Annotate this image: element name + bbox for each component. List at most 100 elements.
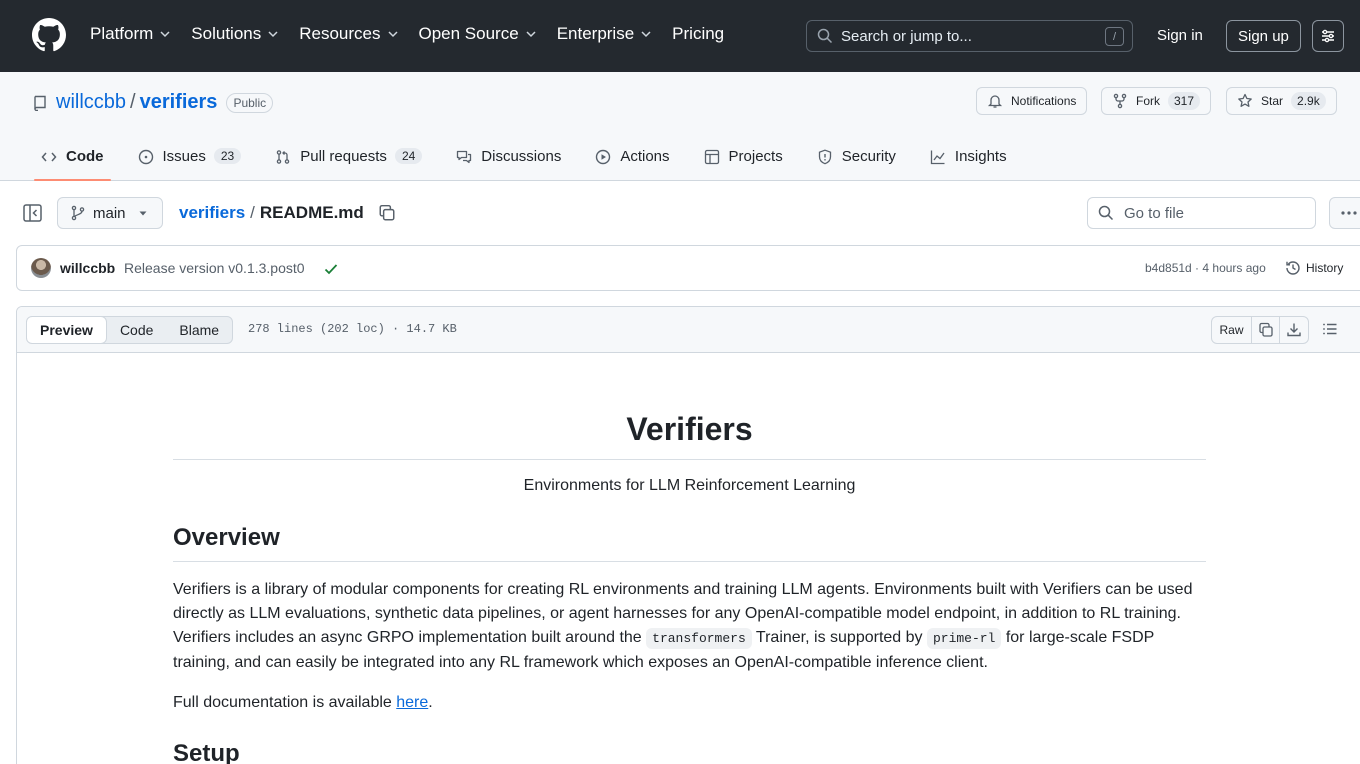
sign-in-link[interactable]: Sign in — [1157, 27, 1203, 44]
nav-resources-label: Resources — [299, 24, 381, 43]
breadcrumb-separator: / — [250, 203, 255, 222]
search-icon — [817, 28, 833, 44]
table-icon — [704, 149, 719, 165]
global-search-input[interactable]: Search or jump to... / — [806, 20, 1133, 52]
blame-button[interactable]: Blame — [166, 317, 232, 343]
chevron-down-icon — [160, 31, 170, 38]
search-icon — [1098, 205, 1114, 221]
tab-discussions[interactable]: Discussions — [447, 144, 570, 181]
github-logo-icon[interactable] — [32, 18, 66, 52]
tab-pull-requests-label: Pull requests — [300, 148, 387, 165]
overview-text-2: Trainer, is supported by — [751, 629, 927, 646]
notifications-button[interactable]: Notifications — [976, 87, 1088, 115]
pull-requests-count: 24 — [394, 148, 423, 164]
history-icon — [1286, 261, 1300, 275]
discussion-icon — [457, 150, 472, 164]
repo-name-link[interactable]: verifiers — [140, 91, 218, 114]
documentation-period: . — [428, 694, 433, 711]
breadcrumb: verifiers / README.md — [179, 203, 396, 223]
fork-count: 317 — [1168, 92, 1201, 110]
code-icon — [41, 152, 57, 162]
copy-path-icon[interactable] — [378, 204, 396, 222]
nav-solutions[interactable]: Solutions — [191, 24, 279, 44]
code-prime-rl: prime-rl — [926, 628, 1002, 649]
avatar[interactable] — [31, 258, 51, 278]
raw-button[interactable]: Raw — [1212, 317, 1252, 343]
more-options-button[interactable] — [1329, 197, 1360, 229]
repo-owner-link[interactable]: willccbb — [56, 91, 126, 114]
notifications-label: Notifications — [1011, 94, 1077, 108]
commit-message-link[interactable]: Release version v0.1.3.post0 — [124, 260, 305, 276]
file-info: 278 lines (202 loc) · 14.7 KB — [248, 322, 457, 336]
commit-sha-link[interactable]: b4d851d — [1145, 261, 1192, 275]
tab-projects-label: Projects — [728, 148, 783, 165]
go-to-file-placeholder: Go to file — [1124, 204, 1185, 222]
nav-solutions-label: Solutions — [191, 24, 262, 43]
documentation-paragraph: Full documentation is available here. — [173, 691, 1206, 715]
commit-meta-separator: · — [1191, 261, 1203, 275]
tab-code[interactable]: Code — [32, 144, 113, 181]
branch-selector[interactable]: main — [57, 197, 163, 229]
kebab-horizontal-icon — [1341, 211, 1357, 215]
tab-issues-label: Issues — [162, 148, 206, 165]
fork-button[interactable]: Fork 317 — [1101, 87, 1212, 115]
repo-tabs: Code Issues 23 Pull requests 24 Discussi… — [32, 144, 1032, 181]
nav-resources[interactable]: Resources — [299, 24, 398, 44]
download-icon — [1287, 323, 1301, 337]
menu-button[interactable] — [1312, 20, 1344, 52]
tab-pull-requests[interactable]: Pull requests 24 — [266, 144, 431, 181]
chevron-down-icon — [526, 31, 536, 38]
fork-icon — [1113, 93, 1127, 109]
documentation-text: Full documentation is available — [173, 694, 397, 711]
nav-platform[interactable]: Platform — [90, 24, 171, 44]
code-view-button[interactable]: Code — [107, 317, 166, 343]
nav-enterprise[interactable]: Enterprise — [557, 24, 652, 44]
nav-platform-label: Platform — [90, 24, 154, 43]
download-button[interactable] — [1280, 317, 1308, 343]
tab-security[interactable]: Security — [808, 144, 905, 181]
tab-discussions-label: Discussions — [481, 148, 562, 165]
file-header: Preview Code Blame 278 lines (202 loc) ·… — [17, 307, 1360, 353]
nav-open-source-label: Open Source — [418, 24, 519, 43]
bell-icon — [987, 95, 1003, 108]
commit-author-link[interactable]: willccbb — [60, 260, 115, 276]
overview-heading: Overview — [173, 523, 1206, 562]
check-icon[interactable] — [323, 261, 339, 277]
nav-open-source[interactable]: Open Source — [419, 24, 537, 44]
documentation-link[interactable]: here — [396, 694, 428, 711]
issues-count: 23 — [213, 148, 242, 164]
nav-pricing[interactable]: Pricing — [672, 24, 724, 44]
preview-button[interactable]: Preview — [27, 317, 107, 343]
breadcrumb-repo-link[interactable]: verifiers — [179, 203, 245, 223]
copy-raw-button[interactable] — [1252, 317, 1280, 343]
pull-request-icon — [276, 150, 290, 164]
sliders-icon — [1322, 29, 1334, 43]
star-button[interactable]: Star 2.9k — [1226, 87, 1337, 115]
sidebar-collapse-icon[interactable] — [22, 202, 44, 224]
overview-paragraph: Verifiers is a library of modular compon… — [173, 578, 1206, 675]
git-branch-icon — [71, 205, 85, 221]
go-to-file-input[interactable]: Go to file — [1087, 197, 1316, 229]
history-button[interactable]: History — [1285, 260, 1343, 276]
history-label: History — [1306, 261, 1344, 275]
outline-list-icon[interactable] — [1322, 321, 1338, 337]
issue-icon — [138, 149, 153, 165]
repo-title: willccbb / verifiers Public — [32, 91, 274, 114]
shield-icon — [818, 149, 831, 165]
graph-icon — [930, 150, 945, 165]
latest-commit-bar: willccbb Release version v0.1.3.post0 b4… — [16, 245, 1360, 291]
code-transformers: transformers — [646, 628, 752, 649]
nav-enterprise-label: Enterprise — [556, 24, 635, 43]
tab-insights-label: Insights — [954, 148, 1007, 165]
readme-subtitle: Environments for LLM Reinforcement Learn… — [523, 477, 856, 494]
search-placeholder: Search or jump to... — [841, 27, 972, 45]
readme-content: Verifiers Environments for LLM Reinforce… — [173, 353, 1206, 764]
fork-label: Fork — [1136, 94, 1160, 108]
tab-actions[interactable]: Actions — [586, 144, 678, 181]
tab-projects[interactable]: Projects — [695, 144, 792, 181]
tab-issues[interactable]: Issues 23 — [129, 144, 251, 181]
chevron-down-icon — [387, 31, 398, 38]
chevron-down-icon — [268, 31, 278, 38]
tab-insights[interactable]: Insights — [921, 144, 1016, 181]
sign-up-button[interactable]: Sign up — [1226, 20, 1301, 52]
